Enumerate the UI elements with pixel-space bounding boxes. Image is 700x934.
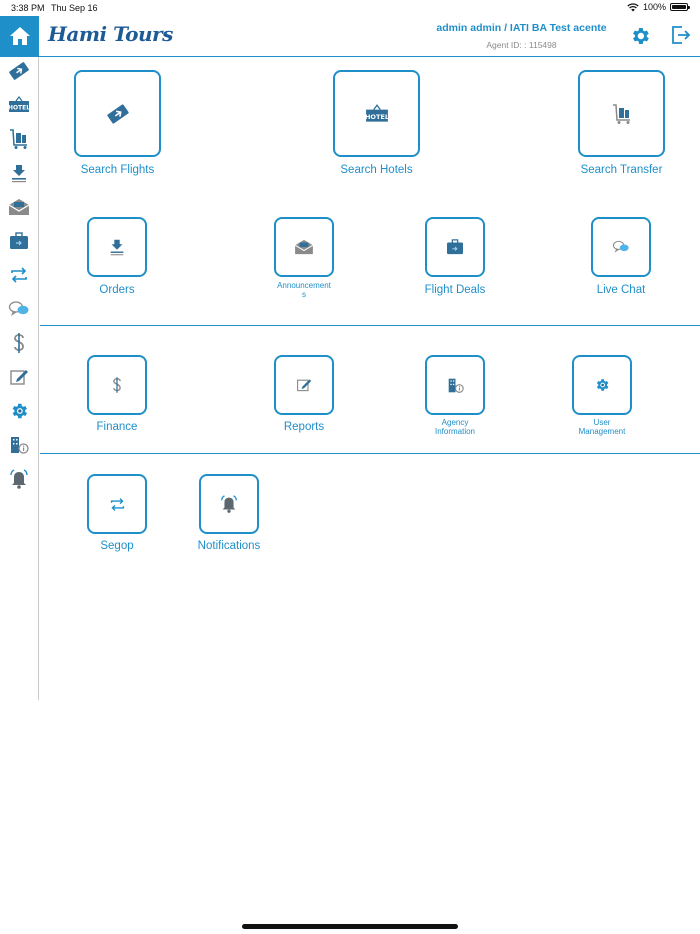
- status-time: 3:38 PM: [11, 3, 45, 13]
- user-management-label: User Management: [557, 418, 647, 436]
- sidebar-item-hotels[interactable]: HOTEL: [6, 92, 32, 118]
- home-indicator[interactable]: [242, 924, 458, 929]
- battery-percent: 100%: [642, 2, 666, 12]
- search-transfer-label: Search Transfer: [580, 164, 663, 176]
- sidebar: HOTEL: [0, 57, 39, 700]
- reports-button[interactable]: [274, 355, 334, 415]
- live-chat-label: Live Chat: [596, 284, 646, 296]
- flight-ticket-icon: [105, 103, 131, 125]
- sidebar-item-notifications[interactable]: [6, 466, 32, 492]
- search-hotels-button[interactable]: HOTEL: [333, 70, 420, 157]
- app-logo: Hami Tours: [48, 22, 173, 46]
- agent-id: Agent ID: : 115498: [486, 40, 557, 50]
- sidebar-item-live-chat[interactable]: [6, 296, 32, 322]
- search-flights-button[interactable]: [74, 70, 161, 157]
- agency-information-label: Agency Information: [410, 418, 500, 436]
- building-info-icon: [447, 377, 464, 394]
- finance-button[interactable]: [87, 355, 147, 415]
- briefcase-icon: [9, 232, 29, 250]
- bell-icon: [8, 468, 30, 490]
- agency-information-label-line1: Agency: [441, 418, 469, 427]
- flight-deals-button[interactable]: [425, 217, 485, 277]
- envelope-icon: [8, 198, 30, 216]
- sidebar-item-transfer[interactable]: [6, 126, 32, 152]
- search-flights-label: Search Flights: [80, 164, 155, 176]
- dollar-icon: [110, 376, 124, 394]
- live-chat-button[interactable]: [591, 217, 651, 277]
- user-management-label-line2: Management: [578, 427, 626, 437]
- section-divider-1: [40, 325, 700, 326]
- home-button[interactable]: [0, 16, 39, 56]
- building-info-icon: [9, 435, 29, 455]
- status-bar: 3:38 PM Thu Sep 16 100%: [0, 0, 700, 16]
- flight-ticket-icon: [7, 61, 31, 81]
- gear-icon: [629, 25, 651, 47]
- segop-button[interactable]: [87, 474, 147, 534]
- download-tray-icon: [9, 163, 29, 183]
- envelope-icon: [294, 239, 314, 255]
- announcements-label-line1: Announcement: [277, 281, 331, 290]
- agency-information-button[interactable]: [425, 355, 485, 415]
- sidebar-item-agency-info[interactable]: [6, 432, 32, 458]
- briefcase-icon: [446, 239, 464, 255]
- notifications-button[interactable]: [199, 474, 259, 534]
- battery-icon: [670, 3, 690, 11]
- gear-icon: [9, 401, 29, 421]
- app-header: Hami Tours admin admin / IATI BA Test ac…: [0, 16, 700, 56]
- settings-button[interactable]: [629, 25, 651, 47]
- wifi-icon: [627, 2, 639, 12]
- user-management-button[interactable]: [572, 355, 632, 415]
- segop-label: Segop: [100, 540, 134, 552]
- announcements-label-line2: s: [302, 290, 306, 300]
- orders-label: Orders: [99, 284, 135, 296]
- sidebar-item-announcements[interactable]: [6, 194, 32, 220]
- hotel-icon: HOTEL: [365, 103, 389, 125]
- luggage-cart-icon: [611, 103, 633, 125]
- dollar-icon: [10, 332, 28, 354]
- svg-text:HOTEL: HOTEL: [8, 105, 30, 112]
- bell-icon: [219, 494, 239, 514]
- announcements-button[interactable]: [274, 217, 334, 277]
- hotel-icon: HOTEL: [8, 95, 30, 115]
- finance-label: Finance: [96, 421, 138, 433]
- sidebar-item-user-management[interactable]: [6, 398, 32, 424]
- sidebar-item-segop[interactable]: [6, 262, 32, 288]
- flight-deals-label: Flight Deals: [424, 284, 486, 296]
- gear-icon: [594, 377, 610, 393]
- edit-note-icon: [9, 367, 29, 387]
- header-divider: [0, 56, 700, 57]
- search-hotels-label: Search Hotels: [340, 164, 413, 176]
- chat-bubbles-icon: [612, 239, 630, 255]
- luggage-cart-icon: [8, 128, 30, 150]
- section-divider-2: [40, 453, 700, 454]
- logout-icon: [669, 24, 691, 46]
- notifications-label: Notifications: [197, 540, 261, 552]
- reports-label: Reports: [283, 421, 325, 433]
- user-management-label-line1: User: [593, 418, 611, 427]
- exchange-arrows-icon: [9, 265, 29, 285]
- edit-note-icon: [296, 377, 312, 393]
- status-indicators: 100%: [627, 2, 690, 12]
- home-icon: [9, 26, 31, 46]
- exchange-arrows-icon: [109, 496, 126, 513]
- search-transfer-button[interactable]: [578, 70, 665, 157]
- sidebar-item-orders[interactable]: [6, 160, 32, 186]
- status-date: Thu Sep 16: [51, 3, 98, 13]
- sidebar-item-flights[interactable]: [6, 58, 32, 84]
- sidebar-item-flight-deals[interactable]: [6, 228, 32, 254]
- svg-text:HOTEL: HOTEL: [365, 112, 389, 120]
- announcements-label: Announcement s: [259, 281, 349, 299]
- sidebar-item-finance[interactable]: [6, 330, 32, 356]
- agency-information-label-line2: Information: [434, 427, 476, 437]
- download-tray-icon: [108, 238, 126, 256]
- chat-bubbles-icon: [8, 299, 30, 319]
- sidebar-item-reports[interactable]: [6, 364, 32, 390]
- orders-button[interactable]: [87, 217, 147, 277]
- logout-button[interactable]: [669, 24, 691, 46]
- user-account-name: admin admin / IATI BA Test acente: [436, 22, 607, 34]
